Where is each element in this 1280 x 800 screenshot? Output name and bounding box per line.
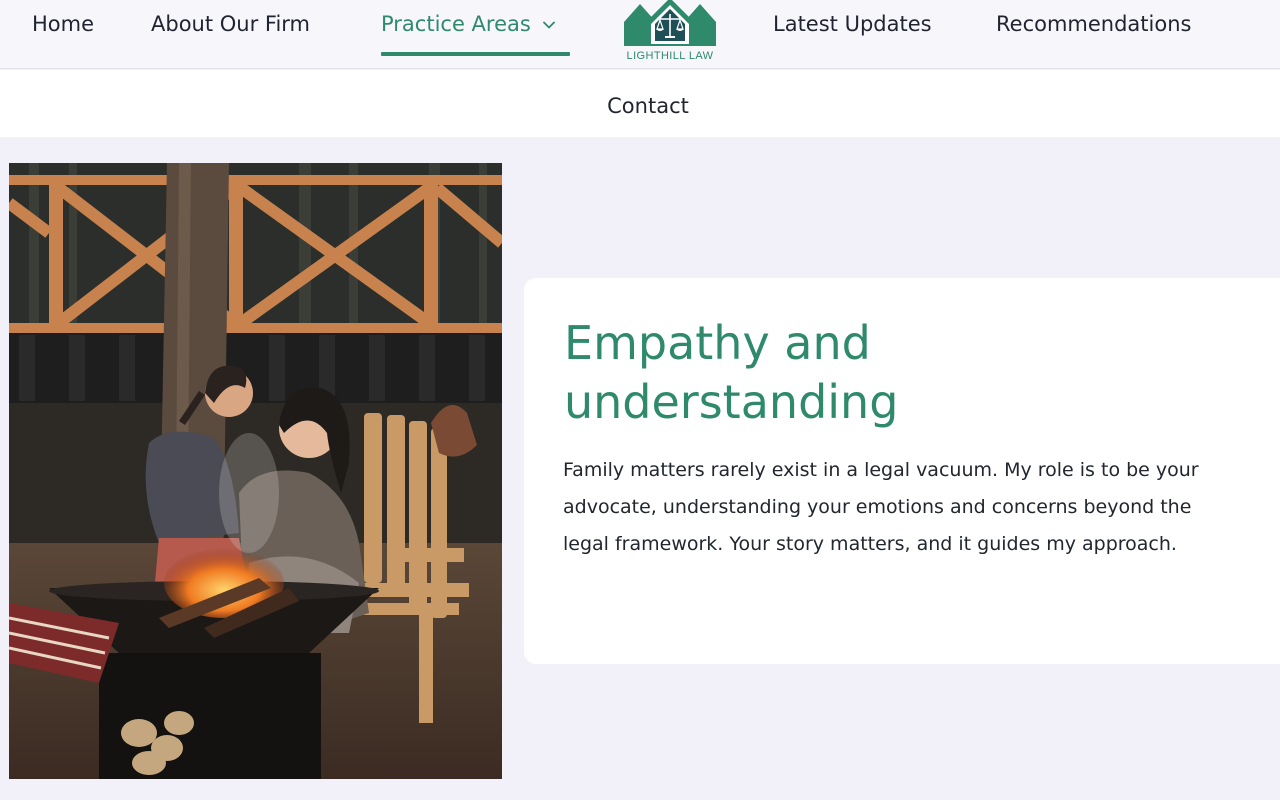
empathy-card: Empathy and understanding Family matters… — [524, 278, 1280, 664]
nav-contact-link[interactable]: Contact — [0, 94, 1280, 118]
nav-recommendations-link[interactable]: Recommendations — [996, 12, 1191, 36]
nav-home-link[interactable]: Home — [32, 12, 94, 36]
family-fire-pit-photo — [9, 163, 502, 779]
lighthill-law-logo[interactable]: LIGHTHILL LAW — [620, 0, 720, 66]
photo-illustration — [9, 163, 502, 779]
section-body-text: Family matters rarely exist in a legal v… — [563, 459, 1199, 555]
logo-wordmark: LIGHTHILL LAW — [626, 50, 714, 62]
nav-latest-updates-link[interactable]: Latest Updates — [773, 12, 932, 36]
nav-practice-areas-label: Practice Areas — [381, 12, 531, 36]
top-navigation: Home About Our Firm Practice Areas LIGHT… — [0, 0, 1280, 69]
house-scales-icon — [624, 0, 716, 46]
section-heading: Empathy and understanding — [564, 316, 899, 429]
nav-about-link[interactable]: About Our Firm — [151, 12, 310, 36]
nav-practice-areas-link[interactable]: Practice Areas — [381, 12, 555, 37]
chevron-down-icon[interactable] — [542, 10, 555, 34]
secondary-nav-row: Contact — [0, 70, 1280, 137]
active-nav-indicator — [381, 52, 570, 56]
